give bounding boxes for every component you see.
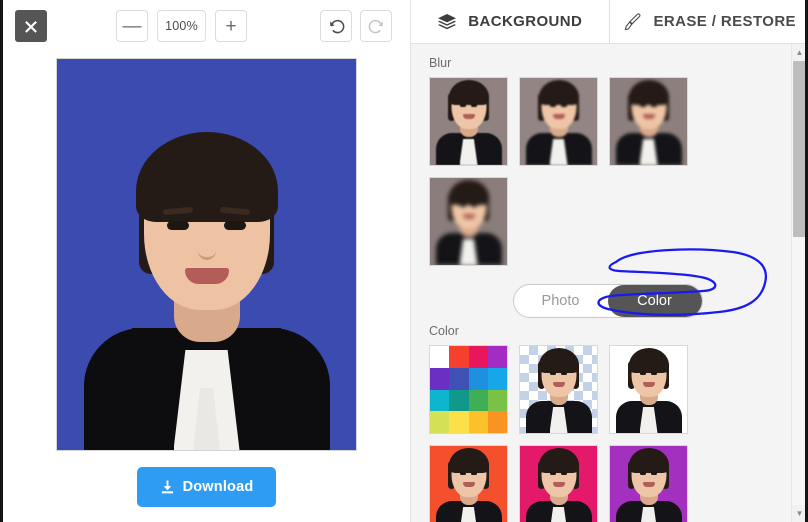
- editor-pane: — 100% + Download: [3, 0, 411, 522]
- blur-thumbnail-1[interactable]: [429, 77, 508, 166]
- zoom-out-icon: —: [122, 15, 142, 37]
- close-button[interactable]: [15, 10, 47, 42]
- tab-erase-restore-label: ERASE / RESTORE: [653, 13, 796, 30]
- tab-background-label: BACKGROUND: [468, 13, 583, 30]
- color-swatch-9[interactable]: [449, 389, 469, 412]
- color-swatch-15[interactable]: [487, 411, 507, 433]
- zoom-level-value: 100%: [165, 19, 198, 33]
- toggle-photo[interactable]: Photo: [514, 285, 608, 317]
- blur-thumbnail-3[interactable]: [609, 77, 688, 166]
- tab-erase-restore[interactable]: ERASE / RESTORE: [609, 0, 805, 43]
- blur-thumbnail-grid: [429, 77, 805, 266]
- zoom-out-button[interactable]: —: [116, 10, 148, 42]
- color-swatch-8[interactable]: [430, 389, 450, 412]
- download-area: Download: [3, 451, 410, 522]
- download-button[interactable]: Download: [136, 466, 277, 507]
- color-swatch-11[interactable]: [487, 389, 507, 412]
- blur-thumbnail-2[interactable]: [519, 77, 598, 166]
- color-section-label: Color: [429, 324, 459, 338]
- portrait-image[interactable]: [56, 58, 357, 451]
- redo-icon: [368, 19, 383, 33]
- color-swatch-12[interactable]: [430, 411, 450, 433]
- zoom-in-icon: +: [225, 15, 237, 37]
- color-swatch-6[interactable]: [468, 367, 488, 390]
- download-icon: [161, 479, 173, 493]
- undo-icon: [329, 19, 344, 33]
- zoom-in-button[interactable]: +: [215, 10, 247, 42]
- color-red-orange[interactable]: [429, 445, 508, 522]
- color-swatch-0[interactable]: [430, 346, 450, 368]
- tab-background[interactable]: BACKGROUND: [411, 0, 610, 43]
- color-swatch-3[interactable]: [487, 346, 507, 368]
- image-canvas[interactable]: Download: [3, 52, 410, 522]
- history-controls: [320, 10, 392, 42]
- color-pink[interactable]: [519, 445, 598, 522]
- toggle-color-label: Color: [637, 293, 672, 309]
- panel-scrollbar[interactable]: ▲ ▼: [791, 44, 805, 522]
- color-swatch-14[interactable]: [468, 411, 488, 433]
- blur-section-label: Blur: [429, 56, 452, 70]
- color-swatch-7[interactable]: [487, 367, 507, 390]
- color-picker-swatch[interactable]: [429, 345, 508, 434]
- scroll-up-arrow[interactable]: ▲: [792, 44, 805, 61]
- zoom-level-display[interactable]: 100%: [157, 10, 206, 42]
- app-root: — 100% + Download BACKGROUND ERASE / RES…: [0, 0, 808, 522]
- color-swatch-2[interactable]: [468, 346, 488, 368]
- background-panel: BACKGROUND ERASE / RESTORE Blur Photo Co…: [411, 0, 805, 522]
- editor-toolbar: — 100% +: [3, 0, 410, 52]
- color-swatch-13[interactable]: [449, 411, 469, 433]
- download-label: Download: [182, 478, 254, 495]
- source-toggle: Photo Color: [512, 284, 703, 318]
- close-icon: [25, 21, 37, 33]
- panel-content: Blur Photo Color Color: [411, 44, 805, 522]
- color-swatch-10[interactable]: [468, 389, 488, 412]
- toggle-color[interactable]: Color: [607, 285, 702, 317]
- zoom-controls: — 100% +: [116, 10, 247, 42]
- color-swatch-4[interactable]: [430, 367, 450, 390]
- color-thumbnail-grid: [429, 345, 805, 522]
- redo-button[interactable]: [360, 10, 392, 42]
- color-purple[interactable]: [609, 445, 688, 522]
- source-toggle-row: Photo Color: [429, 284, 805, 318]
- undo-button[interactable]: [320, 10, 352, 42]
- blur-thumbnail-4[interactable]: [429, 177, 508, 266]
- scroll-down-arrow[interactable]: ▼: [792, 505, 805, 522]
- scrollbar-thumb[interactable]: [793, 61, 805, 237]
- panel-tabs: BACKGROUND ERASE / RESTORE: [411, 0, 805, 44]
- portrait-graphic: [57, 59, 356, 450]
- layers-icon: [437, 13, 457, 31]
- color-swatch-1[interactable]: [449, 346, 469, 368]
- color-white[interactable]: [609, 345, 688, 434]
- color-swatch-5[interactable]: [449, 367, 469, 390]
- brush-icon: [622, 12, 643, 32]
- color-transparent[interactable]: [519, 345, 598, 434]
- toggle-photo-label: Photo: [541, 293, 580, 309]
